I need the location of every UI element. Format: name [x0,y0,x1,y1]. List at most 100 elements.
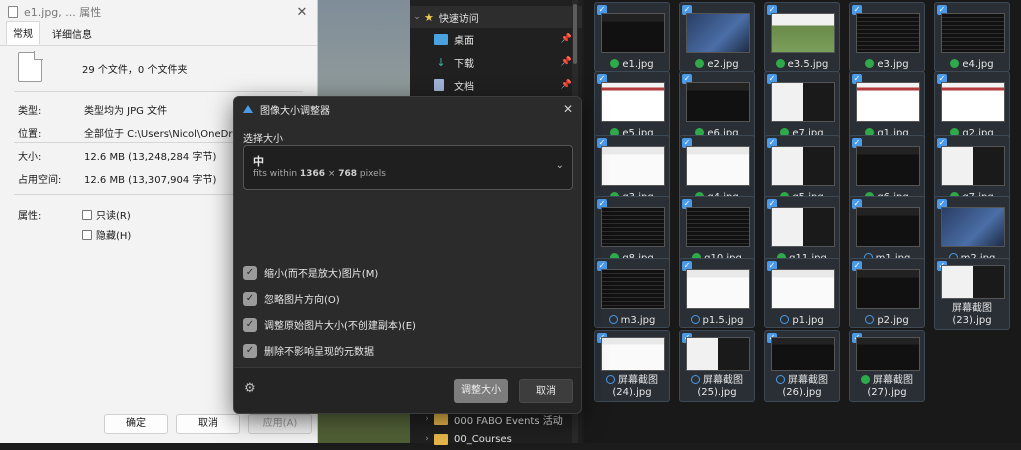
file-tile[interactable]: ✓g8.jpg [594,196,670,266]
checkbox-checked-icon[interactable]: ✓ [243,343,257,358]
file-tile[interactable]: ✓ e6.jpg [679,71,755,141]
thumbnail-image [771,337,835,371]
file-tile[interactable]: ✓屏幕截图(24).jpg [594,330,670,402]
file-tile[interactable]: ✓屏幕截图(23).jpg [934,258,1010,330]
file-tile[interactable]: ✓ e4.jpg [934,2,1010,72]
file-name-text: p1.jpg [792,315,824,326]
hidden-checkbox[interactable]: 隐藏(H) [82,227,131,242]
file-tile[interactable]: ✓g5.jpg [764,135,840,205]
type-value: 类型均为 JPG 文件 [84,106,168,117]
file-name: p2.jpg [850,315,924,326]
option-remove-metadata[interactable]: ✓ 删除不影响呈现的元数据 [243,343,374,358]
file-name-line: 屏幕截图 [618,375,658,386]
thumbnail-image [856,269,920,309]
tab-general[interactable]: 常规 [6,21,40,45]
gear-icon[interactable]: ⚙ [244,381,256,396]
cancel-button[interactable]: 取消 [176,414,240,434]
file-tile[interactable]: ✓ e1.jpg [594,2,670,72]
sidebar-item-label: 下载 [454,58,474,70]
file-tile[interactable]: ✓g11.jpg [764,196,840,266]
option-replace-originals[interactable]: ✓ 调整原始图片大小(不创建副本)(E) [243,317,416,332]
sidebar-item-downloads[interactable]: ↓ 下载 📌 [410,51,582,73]
file-name: e2.jpg [680,59,754,70]
option-shrink-only[interactable]: ✓ 缩小(而不是放大)图片(M) [243,265,378,280]
pin-icon[interactable]: 📌 [561,80,572,90]
file-name: 屏幕截图 (23).jpg [935,303,1009,327]
scrollbar-thumb[interactable] [573,4,577,64]
location-label: 位置: [18,129,42,140]
ok-button[interactable]: 确定 [104,414,168,434]
sync-pending-icon [691,375,700,384]
size-dropdown[interactable]: 中 fits within 1366 × 768 pixels ⌄ [243,145,573,190]
file-tile[interactable]: ✓ p2.jpg [849,258,925,328]
file-tile[interactable]: ✓屏幕截图(27).jpg [849,330,925,402]
file-tile[interactable]: ✓m2.jpg [934,196,1010,266]
file-tile[interactable]: ✓ g2.jpg [934,71,1010,141]
file-tile[interactable]: ✓g6.jpg [849,135,925,205]
file-tile[interactable]: ✓ p1.5.jpg [679,258,755,328]
thumbnail-image [856,146,920,186]
checkbox-checked-icon[interactable]: ✓ [243,265,257,280]
file-tile[interactable]: ✓ e2.jpg [679,2,755,72]
thumbnail-image [686,146,750,186]
image-resizer-icon [243,105,253,113]
file-icon-large [18,51,43,82]
file-name-line: 屏幕截图 [873,375,913,386]
checkbox-box[interactable] [82,229,92,240]
sync-pending-icon [780,315,790,324]
checkbox-box[interactable] [82,209,92,220]
file-name: 屏幕截图 (25).jpg [680,375,754,399]
file-name: e1.jpg [595,59,669,70]
document-icon [18,51,43,82]
file-name-line: 屏幕截图 [788,375,828,386]
file-tile[interactable]: ✓屏幕截图(25).jpg [679,330,755,402]
file-tile[interactable]: ✓ e5.jpg [594,71,670,141]
file-tile[interactable]: ✓屏幕截图(26).jpg [764,330,840,402]
file-tile[interactable]: ✓g7.jpg [934,135,1010,205]
thumbnail-image [856,337,920,371]
file-tile[interactable]: ✓m1.jpg [849,196,925,266]
file-name: p1.5.jpg [680,315,754,326]
cancel-button[interactable]: 取消 [519,379,573,403]
synced-icon [610,59,620,68]
file-tile[interactable]: ✓g10.jpg [679,196,755,266]
file-name: 屏幕截图 (24).jpg [595,375,669,399]
file-tile[interactable]: ✓ p1.jpg [764,258,840,328]
chevron-down-icon[interactable]: ⌄ [410,12,424,22]
thumbnail-image [856,13,920,53]
pin-icon[interactable]: 📌 [561,57,572,67]
sidebar-item-quick-access[interactable]: ⌄ ★ 快速访问 [410,6,582,28]
tab-details[interactable]: 详细信息 [46,23,98,45]
checkbox-checked-icon[interactable]: ✓ [243,291,257,306]
size-desc-prefix: fits within [253,169,300,179]
thumbnail-image [686,13,750,53]
size-section-label: 选择大小 [243,134,283,145]
sidebar-item-folder-courses[interactable]: › 00_Courses [410,428,582,450]
checkbox-checked-icon[interactable]: ✓ [243,317,257,332]
file-tile[interactable]: ✓ m3.jpg [594,258,670,328]
file-tile[interactable]: ✓ e7.jpg [764,71,840,141]
chevron-down-icon[interactable]: ⌄ [556,160,564,171]
file-tile[interactable]: ✓ e3.5.jpg [764,2,840,72]
sidebar-item-documents[interactable]: 文档 📌 [410,74,582,96]
file-tile[interactable]: ✓g3.jpg [594,135,670,205]
properties-titlebar: e1.jpg, ... 属性 ✕ [0,0,317,24]
image-resizer-dialog: 图像大小调整器 ✕ 选择大小 中 fits within 1366 × 768 … [233,96,582,414]
size-desc-times: × [324,169,339,179]
file-tile[interactable]: ✓ e3.jpg [849,2,925,72]
resize-button[interactable]: 调整大小 [454,379,508,403]
option-ignore-orientation[interactable]: ✓ 忽略图片方向(O) [243,291,340,306]
pin-icon[interactable]: 📌 [561,34,572,44]
chevron-right-icon[interactable]: › [420,414,434,424]
file-tile[interactable]: ✓g4.jpg [679,135,755,205]
star-icon: ★ [424,10,434,24]
file-name: 屏幕截图 (27).jpg [850,375,924,399]
file-tile[interactable]: ✓ g1.jpg [849,71,925,141]
readonly-checkbox[interactable]: 只读(R) [82,207,131,222]
sidebar-item-desktop[interactable]: 桌面 📌 [410,28,582,50]
apply-button[interactable]: 应用(A) [248,414,312,434]
close-icon[interactable]: ✕ [287,5,317,20]
close-icon[interactable]: ✕ [555,102,581,116]
synced-icon [865,59,875,68]
thumbnail-image [941,82,1005,122]
